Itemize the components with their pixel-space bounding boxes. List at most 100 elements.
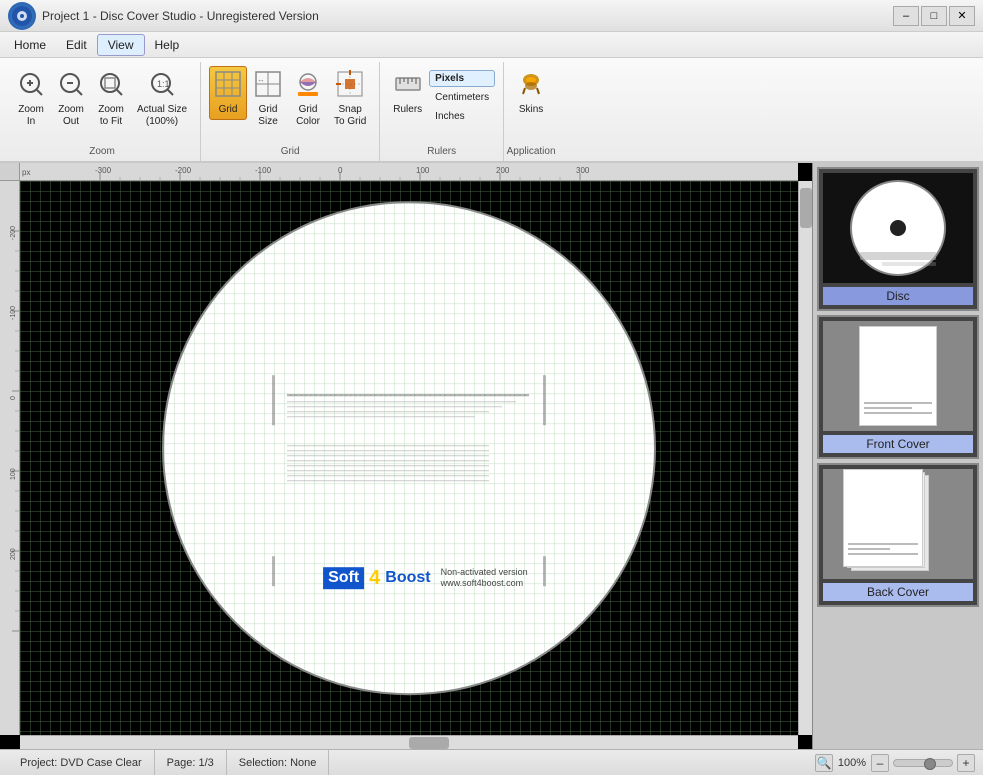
rulers-icon [394,70,422,102]
svg-text:↔: ↔ [257,75,265,84]
svg-text:100: 100 [416,166,430,175]
scrollbar-right[interactable] [798,181,812,735]
ruler-options: Pixels Centimeters Inches [429,66,495,143]
svg-text:-100: -100 [10,306,17,320]
zoom-to-fit-icon [97,70,125,102]
menu-bar: Home Edit View Help [0,32,983,58]
zoom-status: 🔍 100% – + [815,754,975,772]
zoom-buttons: ZoomIn ZoomOut [12,62,192,150]
zoom-out-button[interactable]: ZoomOut [52,66,90,132]
pixels-option[interactable]: Pixels [429,70,495,87]
actual-size-icon: 1:1 [148,70,176,102]
actual-size-label: Actual Size(100%) [137,104,187,128]
zoom-decrease-button[interactable]: – [871,754,889,772]
disc-circle: Soft 4 Boost Non-activated version www.s… [164,203,654,693]
skins-buttons: Skins [512,62,550,138]
watermark: Soft 4 Boost Non-activated version www.s… [323,567,528,590]
watermark-4: 4 [369,567,380,590]
corner-box [0,163,20,181]
skins-group-label: Application [504,146,558,157]
selection-status: Selection: None [227,750,330,775]
page-status: Page: 1/3 [155,750,227,775]
zoom-magnifier-icon[interactable]: 🔍 [815,754,833,772]
back-cover-thumb [823,469,973,579]
back-cover-card[interactable]: Back Cover [817,463,979,607]
window-controls: – □ ✕ [893,6,975,26]
menu-edit[interactable]: Edit [56,35,97,55]
toolbar-group-zoom: ZoomIn ZoomOut [4,62,201,161]
grid-color-label: GridColor [296,104,320,128]
snap-to-grid-button[interactable]: SnapTo Grid [329,66,371,132]
snap-to-grid-label: SnapTo Grid [334,104,366,128]
grid-size-button[interactable]: ↔ GridSize [249,66,287,132]
zoom-in-button[interactable]: ZoomIn [12,66,50,132]
toolbar: ZoomIn ZoomOut [0,58,983,163]
zoom-out-label: ZoomOut [58,104,84,128]
snap-to-grid-icon [336,70,364,102]
canvas-container[interactable]: px -300 -200 -100 0 100 200 300 [0,163,813,749]
minimize-button[interactable]: – [893,6,919,26]
centimeters-option[interactable]: Centimeters [429,89,495,106]
inches-option[interactable]: Inches [429,108,495,125]
svg-text:1:1: 1:1 [157,79,170,89]
grid-canvas[interactable]: Soft 4 Boost Non-activated version www.s… [20,181,798,735]
grid-button[interactable]: Grid [209,66,247,120]
watermark-sub2: www.soft4boost.com [441,579,528,591]
svg-text:200: 200 [496,166,510,175]
watermark-boost: Boost [385,570,430,588]
zoom-increase-button[interactable]: + [957,754,975,772]
zoom-slider[interactable] [893,759,953,767]
zoom-out-icon [57,70,85,102]
svg-text:-300: -300 [95,166,112,175]
grid-size-icon: ↔ [254,70,282,102]
rulers-label: Rulers [393,104,422,116]
zoom-slider-thumb[interactable] [924,758,936,770]
watermark-sub1: Non-activated version [441,567,528,579]
disc-card[interactable]: Disc [817,167,979,311]
toolbar-group-rulers: Rulers Pixels Centimeters Inches Rulers [380,62,504,161]
grid-size-label: GridSize [258,104,277,128]
front-cover-card[interactable]: Front Cover [817,315,979,459]
title-bar: Project 1 - Disc Cover Studio - Unregist… [0,0,983,32]
status-bar: Project: DVD Case Clear Page: 1/3 Select… [0,749,983,775]
ruler-left: -200 -100 0 100 200 [0,181,20,735]
grid-group-label: Grid [201,146,379,157]
close-button[interactable]: ✕ [949,6,975,26]
title-bar-left: Project 1 - Disc Cover Studio - Unregist… [8,2,319,30]
maximize-button[interactable]: □ [921,6,947,26]
disc-text-area [287,389,557,485]
zoom-to-fit-button[interactable]: Zoomto Fit [92,66,130,132]
grid-buttons: Grid ↔ GridSize [209,62,371,150]
back-cover-label: Back Cover [823,583,973,601]
window-title: Project 1 - Disc Cover Studio - Unregist… [42,9,319,23]
selection-label: Selection: None [239,757,317,769]
menu-help[interactable]: Help [145,35,190,55]
grid-color-icon [294,70,322,102]
rulers-group-label: Rulers [380,146,503,157]
skins-button[interactable]: Skins [512,66,550,120]
svg-text:300: 300 [576,166,590,175]
svg-text:200: 200 [10,548,17,560]
front-cover-thumb [823,321,973,431]
menu-view[interactable]: View [97,34,145,56]
skins-icon [517,70,545,102]
svg-text:100: 100 [10,468,17,480]
grid-color-button[interactable]: GridColor [289,66,327,132]
disc-thumb [823,173,973,283]
front-cover-label: Front Cover [823,435,973,453]
zoom-group-label: Zoom [4,146,200,157]
actual-size-button[interactable]: 1:1 Actual Size(100%) [132,66,192,132]
svg-text:px: px [22,168,30,177]
rulers-button[interactable]: Rulers [388,66,427,120]
zoom-value: 100% [837,757,867,769]
ruler-top: px -300 -200 -100 0 100 200 300 [20,163,798,181]
svg-text:-200: -200 [175,166,192,175]
page-label: Page: 1/3 [167,757,214,769]
menu-home[interactable]: Home [4,35,56,55]
svg-text:0: 0 [338,166,343,175]
scrollbar-bottom[interactable] [20,735,798,749]
toolbar-group-skins: Skins Application [504,62,558,161]
svg-text:-100: -100 [255,166,272,175]
main-area: px -300 -200 -100 0 100 200 300 [0,163,983,749]
watermark-info: Non-activated version www.soft4boost.com [441,567,528,590]
